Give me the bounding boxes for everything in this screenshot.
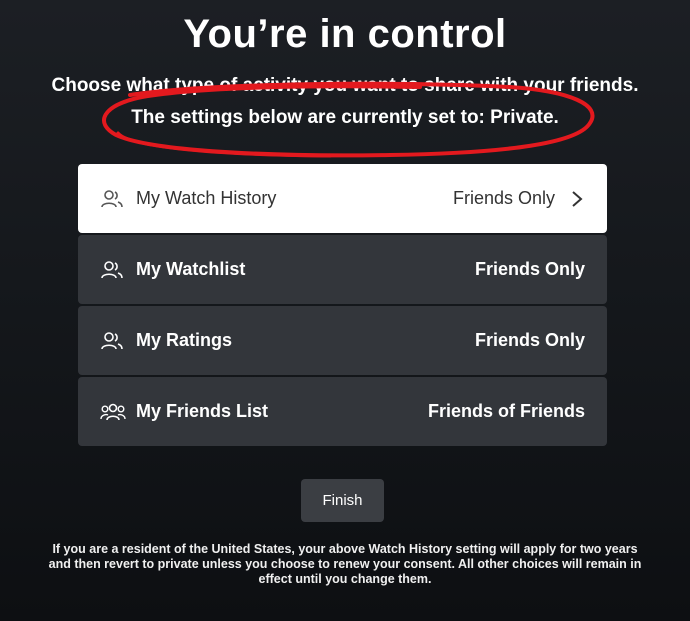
setting-value: Friends Only — [452, 188, 555, 208]
setting-value: Friends of Friends — [427, 401, 585, 421]
setting-label: My Friends List — [136, 401, 269, 421]
setting-value: Friends Only — [474, 259, 585, 279]
two-people-icon — [100, 330, 126, 352]
disclaimer-text: If you are a resident of the United Stat… — [48, 542, 642, 586]
setting-label: My Watch History — [136, 188, 277, 208]
two-people-icon — [100, 259, 126, 281]
setting-row-watchlist[interactable]: My Watchlist Friends Only — [78, 235, 607, 304]
three-people-icon — [100, 401, 126, 423]
setting-row-friends-list[interactable]: My Friends List Friends of Friends — [78, 377, 607, 446]
sharing-settings-list: My Watch History Friends Only My Watchli… — [78, 164, 607, 448]
setting-row-ratings[interactable]: My Ratings Friends Only — [78, 306, 607, 375]
subtitle-line-2: The settings below are currently set to:… — [131, 107, 559, 128]
chevron-right-icon — [571, 189, 585, 209]
person-outline-icon — [100, 188, 126, 210]
setting-label: My Ratings — [136, 330, 233, 350]
setting-label: My Watchlist — [136, 259, 246, 279]
subtitle-line-1: Choose what type of activity you want to… — [51, 75, 639, 96]
setting-row-watch-history[interactable]: My Watch History Friends Only — [78, 164, 607, 233]
setting-value: Friends Only — [474, 330, 585, 350]
finish-button[interactable]: Finish — [301, 479, 384, 522]
page-title: You’re in control — [183, 12, 507, 56]
